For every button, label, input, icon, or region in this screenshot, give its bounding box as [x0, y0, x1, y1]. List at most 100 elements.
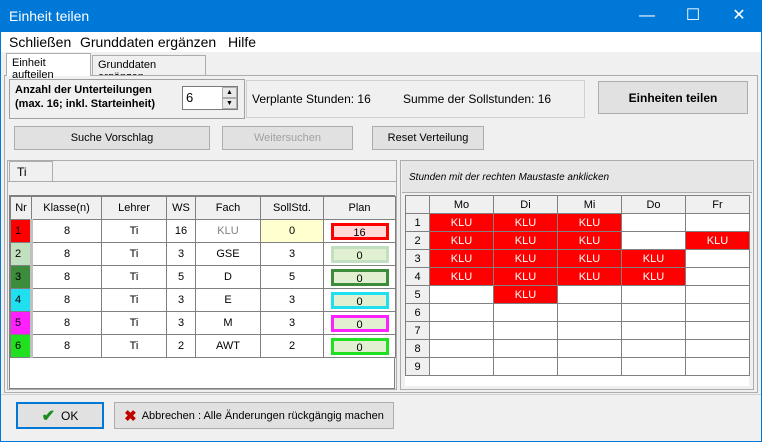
schedule-cell[interactable]: KLU — [621, 249, 686, 268]
schedule-cell[interactable] — [557, 339, 622, 358]
schedule-cell[interactable] — [493, 339, 558, 358]
table-row[interactable]: 6 8 Ti 2 AWT 2 0 — [10, 334, 396, 358]
schedule-cell[interactable] — [685, 285, 750, 304]
tab-split-unit[interactable]: Einheit aufteilen — [6, 53, 91, 81]
col-ws[interactable]: WS — [166, 196, 196, 220]
period-label: 1 — [405, 213, 430, 232]
schedule-cell[interactable]: KLU — [493, 249, 558, 268]
schedule-cell[interactable] — [621, 339, 686, 358]
schedule-cell[interactable] — [685, 321, 750, 340]
schedule-cell[interactable]: KLU — [557, 249, 622, 268]
ok-button[interactable]: ✔ OK — [16, 402, 104, 429]
schedule-cell[interactable] — [493, 357, 558, 376]
menu-basic-data[interactable]: Grunddaten ergänzen — [80, 34, 216, 50]
table-row[interactable]: 2 8 Ti 3 GSE 3 0 — [10, 242, 396, 266]
schedule-row: 1 KLU KLU KLU — [405, 213, 750, 232]
period-label: 5 — [405, 285, 430, 304]
split-count-stepper[interactable]: 6 ▲ ▼ — [182, 86, 238, 110]
col-nr[interactable]: Nr — [10, 196, 32, 220]
col-teacher[interactable]: Lehrer — [101, 196, 167, 220]
col-target-hours[interactable]: SollStd. — [260, 196, 324, 220]
target-hours-cell[interactable]: 3 — [260, 242, 324, 266]
schedule-cell[interactable]: KLU — [429, 249, 494, 268]
split-units-button[interactable]: Einheiten teilen — [598, 81, 748, 114]
schedule-cell[interactable]: KLU — [621, 267, 686, 286]
schedule-cell[interactable]: KLU — [429, 231, 494, 250]
schedule-cell[interactable]: KLU — [493, 267, 558, 286]
day-header-do: Do — [621, 195, 686, 214]
table-row[interactable]: 3 8 Ti 5 D 5 0 — [10, 265, 396, 289]
close-button[interactable]: ✕ — [716, 0, 762, 32]
schedule-cell[interactable]: KLU — [493, 231, 558, 250]
minimize-button[interactable]: — — [624, 0, 670, 32]
schedule-cell[interactable] — [557, 303, 622, 322]
schedule-cell[interactable] — [621, 213, 686, 232]
spin-down-icon[interactable]: ▼ — [222, 98, 237, 109]
schedule-cell[interactable] — [557, 321, 622, 340]
class-cell: 8 — [31, 242, 102, 266]
tab-basic-data[interactable]: Grunddaten ergänzen — [92, 55, 206, 83]
suggest-button[interactable]: Suche Vorschlag — [14, 126, 210, 150]
schedule-cell[interactable] — [557, 285, 622, 304]
unit-nr-cell: 3 — [10, 265, 33, 289]
schedule-row: 8 — [405, 339, 750, 358]
col-plan[interactable]: Plan — [323, 196, 396, 220]
schedule-cell[interactable] — [429, 357, 494, 376]
plan-value: 0 — [330, 268, 389, 286]
menu-help[interactable]: Hilfe — [228, 34, 256, 50]
cancel-x-icon: ✖ — [124, 407, 137, 425]
schedule-cell[interactable]: KLU — [493, 285, 558, 304]
col-class[interactable]: Klasse(n) — [31, 196, 102, 220]
subject-cell: D — [195, 265, 261, 289]
schedule-cell[interactable]: KLU — [685, 231, 750, 250]
maximize-button[interactable]: ☐ — [670, 0, 716, 32]
plan-cell: 0 — [323, 242, 396, 266]
target-hours-cell[interactable]: 3 — [260, 288, 324, 312]
schedule-cell[interactable] — [621, 231, 686, 250]
schedule-cell[interactable] — [685, 303, 750, 322]
schedule-cell[interactable] — [557, 357, 622, 376]
menu-close[interactable]: Schließen — [9, 34, 71, 50]
schedule-cell[interactable] — [621, 357, 686, 376]
schedule-cell[interactable]: KLU — [493, 213, 558, 232]
table-row[interactable]: 4 8 Ti 3 E 3 0 — [10, 288, 396, 312]
schedule-cell[interactable] — [685, 249, 750, 268]
schedule-cell[interactable]: KLU — [429, 213, 494, 232]
checkmark-icon: ✔ — [41, 407, 56, 425]
teacher-tab[interactable]: Ti — [9, 161, 53, 181]
spin-up-icon[interactable]: ▲ — [222, 87, 237, 98]
schedule-cell[interactable] — [493, 303, 558, 322]
teacher-cell: Ti — [101, 288, 167, 312]
schedule-cell[interactable] — [621, 303, 686, 322]
schedule-cell[interactable] — [493, 321, 558, 340]
target-hours-cell[interactable]: 0 — [260, 219, 324, 243]
schedule-cell[interactable]: KLU — [429, 267, 494, 286]
day-header-mi: Mi — [557, 195, 622, 214]
reset-distribution-button[interactable]: Reset Verteilung — [372, 126, 484, 150]
schedule-cell[interactable] — [621, 285, 686, 304]
target-hours-cell[interactable]: 5 — [260, 265, 324, 289]
target-hours-cell[interactable]: 2 — [260, 334, 324, 358]
schedule-cell[interactable] — [429, 339, 494, 358]
cancel-button[interactable]: ✖ Abbrechen : Alle Änderungen rückgängig… — [114, 402, 394, 429]
schedule-cell[interactable] — [429, 321, 494, 340]
units-table-container: Nr Klasse(n) Lehrer WS Fach SollStd. Pla… — [9, 195, 396, 389]
subject-cell: AWT — [195, 334, 261, 358]
planned-hours: Verplante Stunden: 16 — [252, 92, 371, 106]
table-row[interactable]: 5 8 Ti 3 M 3 0 — [10, 311, 396, 335]
table-row[interactable]: 1 8 Ti 16 KLU 0 16 — [10, 219, 396, 243]
col-subject[interactable]: Fach — [195, 196, 261, 220]
schedule-cell[interactable] — [429, 303, 494, 322]
schedule-cell[interactable] — [685, 339, 750, 358]
class-cell: 8 — [31, 334, 102, 358]
schedule-cell[interactable]: KLU — [557, 213, 622, 232]
schedule-cell[interactable] — [429, 285, 494, 304]
schedule-cell[interactable] — [685, 213, 750, 232]
schedule-cell[interactable] — [685, 357, 750, 376]
target-hours-cell[interactable]: 3 — [260, 311, 324, 335]
schedule-cell[interactable] — [621, 321, 686, 340]
schedule-cell[interactable]: KLU — [557, 267, 622, 286]
schedule-row: 7 — [405, 321, 750, 340]
schedule-cell[interactable]: KLU — [557, 231, 622, 250]
schedule-cell[interactable] — [685, 267, 750, 286]
